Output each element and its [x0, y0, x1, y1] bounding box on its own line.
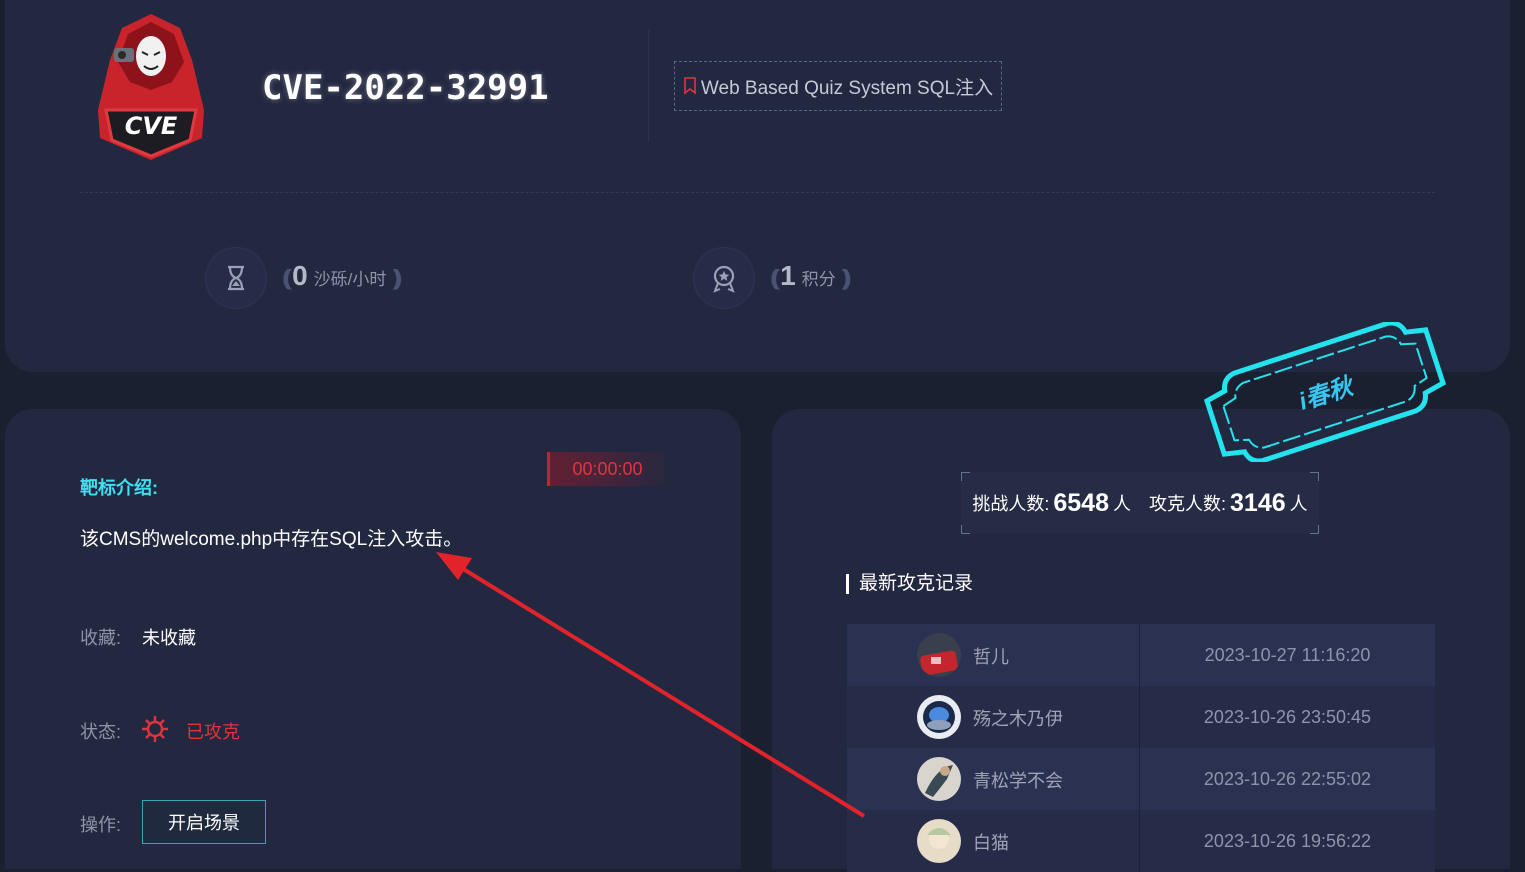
sand-stat-icon-wrap [206, 248, 266, 308]
favorite-toggle[interactable]: 未收藏 [142, 624, 196, 650]
record-username[interactable]: 殇之木乃伊 [973, 705, 1063, 731]
record-user-cell: 殇之木乃伊 [847, 686, 1140, 748]
solvers-count: 3146 [1230, 488, 1286, 517]
bookmark-icon [684, 77, 696, 95]
challenge-count-box: 挑战人数: 6548 人 攻克人数: 3146 人 [961, 472, 1319, 534]
points-stat-icon-wrap [694, 248, 754, 308]
points-unit: 积分 [801, 270, 836, 289]
record-time: 2023-10-26 19:56:22 [1203, 830, 1372, 851]
scene-timer: 00:00:00 [547, 452, 665, 486]
avatar[interactable] [917, 695, 961, 739]
bracket-right-icon: ) )) [841, 265, 852, 290]
stamp-text: i春秋 [1296, 372, 1359, 415]
points-value: 1 [780, 260, 796, 291]
favorite-label: 收藏: [80, 628, 122, 648]
table-row: 青松学不会 2023-10-26 22:55:02 [847, 748, 1435, 810]
corner-deco [1310, 525, 1319, 534]
cve-logo: CVE [98, 14, 204, 160]
status-value: 已攻克 [186, 722, 240, 742]
bracket-left-icon: (( ( [770, 265, 780, 290]
record-time: 2023-10-26 22:55:02 [1203, 768, 1372, 789]
table-row: 哲儿 2023-10-27 11:16:20 [847, 624, 1435, 686]
solved-icon [142, 716, 168, 742]
intro-label: 靶标介绍: [80, 478, 158, 498]
logo-text: CVE [125, 112, 178, 140]
record-time: 2023-10-27 11:16:20 [1204, 644, 1371, 665]
record-username[interactable]: 白猫 [973, 829, 1009, 855]
challengers-label: 挑战人数: [972, 494, 1050, 514]
challengers-count: 6548 [1053, 488, 1109, 517]
intro-description: 该CMS的welcome.php中存在SQL注入攻击。 [80, 529, 463, 550]
hourglass-icon [228, 265, 244, 291]
bracket-left-icon: (( ( [282, 265, 292, 290]
table-row: 白猫 2023-10-26 19:56:22 [847, 810, 1435, 872]
solvers-label: 攻克人数: [1149, 494, 1227, 514]
header-dashed-divider [80, 192, 1435, 193]
table-row: 殇之木乃伊 2023-10-26 23:50:45 [847, 686, 1435, 748]
challengers-unit: 人 [1113, 494, 1131, 514]
challenge-header-panel [5, 0, 1510, 372]
points-stat: (( ( 1 积分 ) )) [770, 260, 852, 292]
record-username[interactable]: 青松学不会 [973, 767, 1063, 793]
ichunqiu-stamp: i春秋 [1203, 322, 1447, 462]
vuln-name: Web Based Quiz System SQL注入 [700, 77, 994, 99]
sand-stat: (( ( 0 沙砾/小时 ) )) [282, 260, 403, 292]
record-user-cell: 白猫 [847, 810, 1140, 872]
corner-deco [1310, 472, 1319, 481]
corner-deco [961, 472, 970, 481]
avatar[interactable] [917, 633, 961, 677]
cve-id-title: CVE-2022-32991 [262, 68, 549, 108]
medal-icon [713, 265, 735, 293]
record-user-cell: 青松学不会 [847, 748, 1140, 810]
avatar[interactable] [917, 757, 961, 801]
action-label: 操作: [80, 815, 122, 835]
record-user-cell: 哲儿 [847, 624, 1140, 686]
sand-value: 0 [292, 260, 308, 291]
record-time: 2023-10-26 23:50:45 [1203, 706, 1372, 727]
start-scene-button[interactable]: 开启场景 [142, 800, 266, 844]
record-username[interactable]: 哲儿 [973, 643, 1009, 669]
solve-records-table: 哲儿 2023-10-27 11:16:20 殇之木乃伊 2023-10-26 … [847, 624, 1435, 872]
bracket-right-icon: ) )) [392, 265, 402, 290]
solvers-unit: 人 [1289, 494, 1308, 514]
corner-deco [961, 525, 970, 534]
vuln-name-tag: Web Based Quiz System SQL注入 [674, 61, 1002, 111]
records-title: 最新攻克记录 [846, 574, 973, 594]
sand-unit: 沙砾/小时 [313, 270, 387, 289]
header-divider [648, 30, 649, 142]
status-label: 状态: [80, 722, 122, 742]
avatar[interactable] [917, 819, 961, 863]
